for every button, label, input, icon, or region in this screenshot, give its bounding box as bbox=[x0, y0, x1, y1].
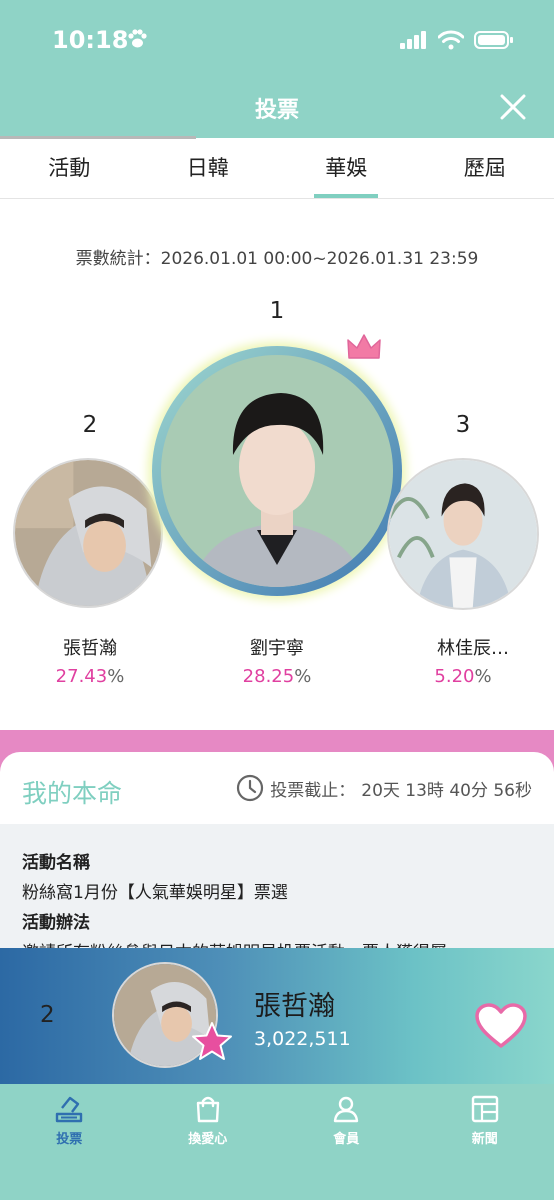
my-favorite-title: 我的本命 bbox=[22, 779, 123, 808]
bottom-navigation: 投票 換愛心 會員 新聞 bbox=[0, 1084, 554, 1200]
nav-news[interactable]: 新聞 bbox=[416, 1084, 554, 1200]
activity-name: 粉絲窩1月份【人氣華娛明星】票選 bbox=[22, 883, 288, 903]
rank-3-number: 3 bbox=[455, 412, 471, 438]
shopping-bag-icon bbox=[196, 1096, 219, 1123]
category-tabs: 活動 日韓 華娛 歷屆 bbox=[0, 139, 554, 199]
nav-member-label: 會員 bbox=[333, 1132, 360, 1147]
top-bar: 10:18 投票 bbox=[0, 0, 554, 139]
deadline-label: 投票截止： bbox=[270, 780, 356, 801]
wifi-icon bbox=[438, 30, 464, 50]
nav-vote-label: 投票 bbox=[56, 1132, 83, 1147]
rank-1-avatar[interactable] bbox=[152, 346, 402, 596]
rank-1-photo bbox=[161, 355, 393, 587]
news-icon bbox=[471, 1095, 498, 1123]
close-icon[interactable] bbox=[498, 92, 528, 122]
user-icon bbox=[334, 1096, 359, 1123]
tab-history[interactable]: 歷屆 bbox=[416, 139, 554, 198]
rank-1-name: 劉宇寧 bbox=[250, 638, 304, 659]
tab-japan-korea[interactable]: 日韓 bbox=[139, 139, 278, 198]
rank-2-photo bbox=[15, 460, 161, 606]
battery-icon bbox=[474, 31, 513, 49]
rank-1-number: 1 bbox=[269, 298, 285, 324]
page-title: 投票 bbox=[254, 98, 299, 123]
nav-vote[interactable]: 投票 bbox=[0, 1084, 139, 1200]
paw-icon bbox=[128, 29, 147, 48]
rank-3-photo bbox=[389, 460, 537, 608]
heart-vote-icon[interactable] bbox=[474, 1002, 528, 1050]
activity-info: 活動名稱 粉絲窩1月份【人氣華娛明星】票選 活動辦法 邀請所有粉絲參與日本的華娛… bbox=[0, 824, 554, 954]
nav-exchange-label: 換愛心 bbox=[188, 1132, 228, 1147]
activity-rules-label: 活動辦法 bbox=[22, 913, 90, 933]
favorite-rank: 2 bbox=[40, 1002, 55, 1028]
nav-exchange-hearts[interactable]: 換愛心 bbox=[139, 1084, 278, 1200]
deadline-countdown: 20天 13時 40分 56秒 bbox=[361, 780, 532, 801]
status-indicators bbox=[400, 30, 514, 50]
status-time: 10:18 bbox=[52, 26, 129, 54]
tab-chinese-entertainment[interactable]: 華娛 bbox=[277, 139, 416, 198]
nav-news-label: 新聞 bbox=[471, 1132, 498, 1147]
vote-count-period: 票數統計：2026.01.01 00:00~2026.01.31 23:59 bbox=[75, 249, 479, 269]
star-badge-icon bbox=[192, 1022, 232, 1060]
rank-2-percent: 27.43% bbox=[55, 666, 125, 687]
rank-2-name: 張哲瀚 bbox=[63, 638, 117, 659]
vote-icon bbox=[56, 1096, 83, 1123]
vote-deadline: 投票截止： 20天 13時 40分 56秒 bbox=[236, 774, 532, 802]
rank-3-avatar[interactable] bbox=[387, 458, 539, 610]
rank-2-avatar[interactable] bbox=[13, 458, 163, 608]
clock-icon bbox=[237, 774, 264, 802]
activity-name-label: 活動名稱 bbox=[22, 853, 90, 873]
crown-icon bbox=[347, 334, 381, 359]
rank-3-name: 林佳辰… bbox=[437, 638, 509, 659]
nav-member[interactable]: 會員 bbox=[277, 1084, 416, 1200]
favorite-votes: 3,022,511 bbox=[254, 1028, 351, 1050]
tab-activity[interactable]: 活動 bbox=[0, 139, 139, 198]
rank-1-percent: 28.25% bbox=[242, 666, 312, 687]
rank-2-number: 2 bbox=[82, 412, 98, 438]
rank-3-percent: 5.20% bbox=[434, 666, 492, 687]
signal-icon bbox=[400, 31, 426, 49]
favorite-name: 張哲瀚 bbox=[254, 991, 335, 1022]
